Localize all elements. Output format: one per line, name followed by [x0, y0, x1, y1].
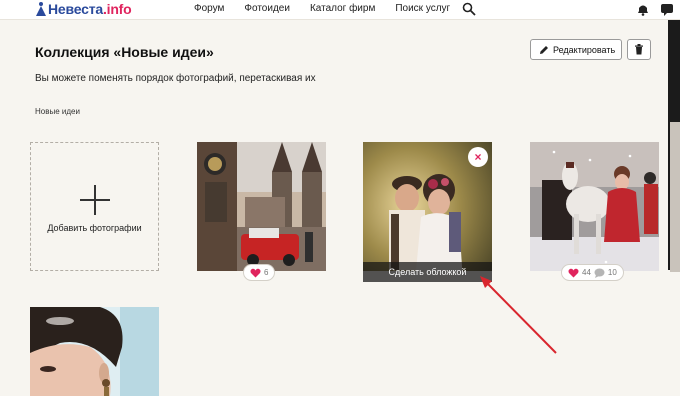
- comment-icon: [594, 268, 605, 278]
- top-nav: Невеста.info Форум Фотоидеи Каталог фирм…: [0, 0, 680, 20]
- nav-service-search[interactable]: Поиск услуг: [395, 3, 450, 15]
- main-menu: Форум Фотоидеи Каталог фирм Поиск услуг: [194, 3, 470, 15]
- side-panel-edge: [668, 20, 680, 272]
- photo3-stats-badge[interactable]: 44 10: [561, 264, 624, 281]
- add-photo-tile[interactable]: Добавить фотографии: [30, 142, 159, 271]
- search-icon[interactable]: [462, 2, 476, 16]
- collection-name-label: Новые идеи: [35, 107, 80, 116]
- bell-icon[interactable]: [636, 3, 650, 16]
- logo-text: Невеста.info: [48, 1, 132, 17]
- likes-count: 44: [582, 268, 591, 277]
- edit-button-label: Редактировать: [553, 44, 616, 55]
- photo1-likes-badge[interactable]: 6: [243, 264, 276, 281]
- nav-catalog[interactable]: Каталог фирм: [310, 3, 375, 15]
- bride-icon: [36, 2, 46, 16]
- photo-prague-car[interactable]: [197, 142, 326, 271]
- comments-count: 10: [607, 268, 617, 277]
- close-icon: ×: [474, 150, 482, 164]
- page-title: Коллекция «Новые идеи»: [35, 44, 214, 60]
- edit-button[interactable]: Редактировать: [530, 39, 622, 60]
- site-logo[interactable]: Невеста.info: [36, 0, 132, 18]
- add-photo-label: Добавить фотографии: [47, 223, 142, 233]
- set-cover-button[interactable]: Сделать обложкой: [363, 262, 492, 282]
- delete-collection-button[interactable]: [627, 39, 651, 60]
- nav-photo-ideas[interactable]: Фотоидеи: [244, 3, 290, 15]
- photo-woman-portrait[interactable]: [30, 307, 159, 396]
- trash-icon: [635, 44, 643, 55]
- nav-forum[interactable]: Форум: [194, 3, 224, 15]
- messages-icon[interactable]: [660, 3, 674, 17]
- heart-icon: [568, 268, 579, 277]
- heart-icon: [250, 268, 261, 277]
- photo-horse-winter[interactable]: [530, 142, 659, 271]
- pencil-icon: [540, 45, 548, 54]
- remove-photo-button[interactable]: ×: [468, 147, 488, 167]
- likes-count: 6: [264, 268, 269, 277]
- page-subtitle: Вы можете поменять порядок фотографий, п…: [35, 73, 316, 84]
